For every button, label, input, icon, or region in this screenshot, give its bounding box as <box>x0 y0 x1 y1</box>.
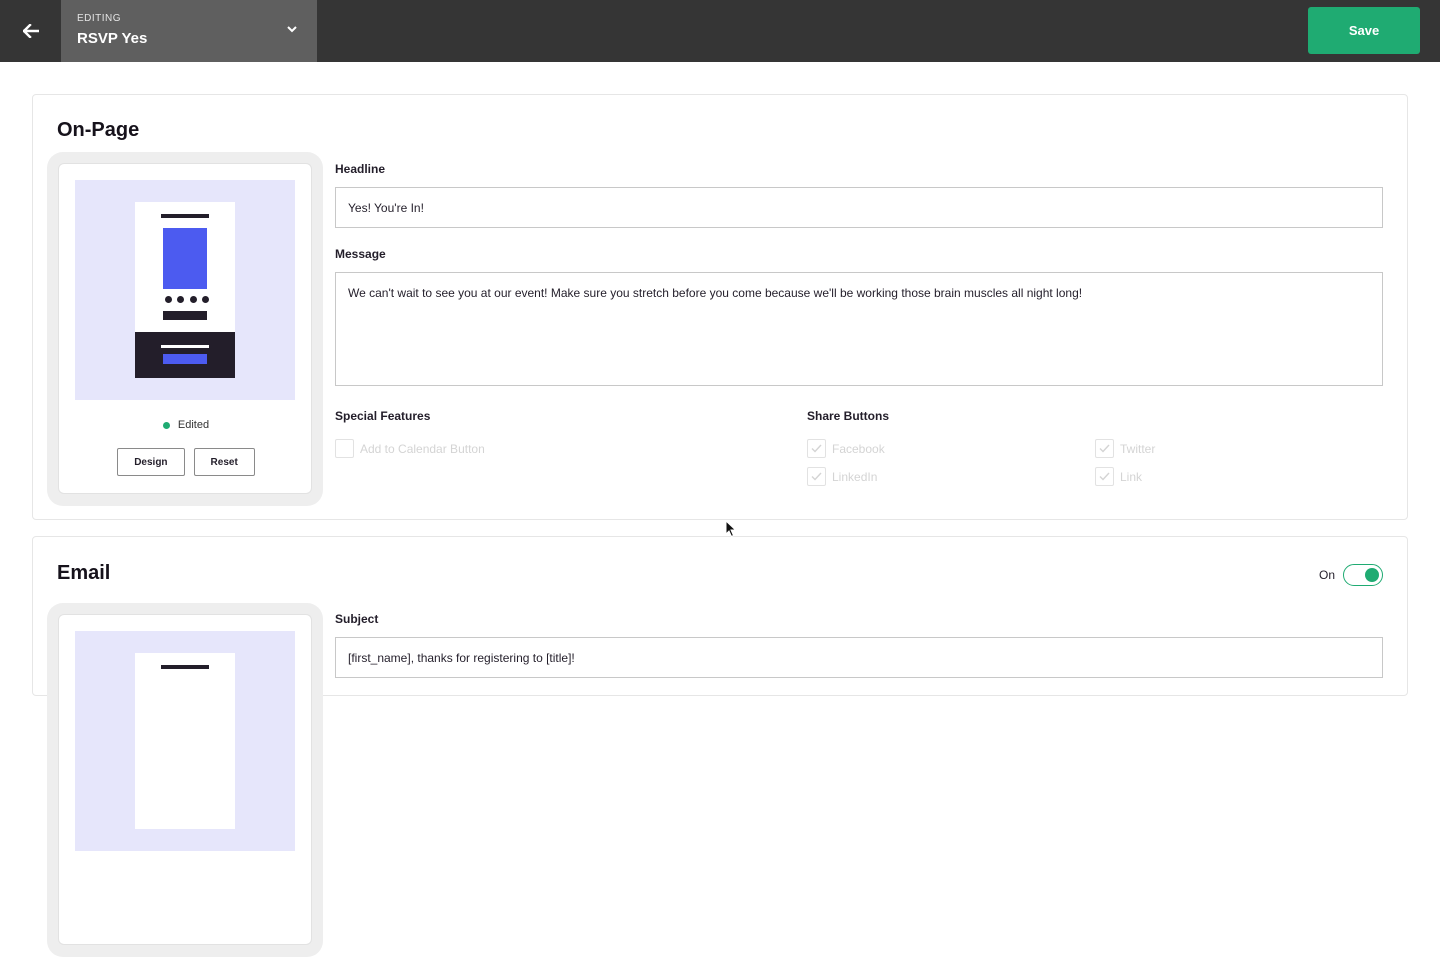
template-selector[interactable]: EDITING RSVP Yes <box>61 0 317 62</box>
email-preview-panel <box>47 603 323 957</box>
facebook-label: Facebook <box>832 441 885 456</box>
status-indicator: Edited <box>59 419 313 431</box>
share-link-option[interactable]: Link <box>1095 467 1142 486</box>
linkedin-checkbox[interactable] <box>807 467 826 486</box>
share-linkedin-option[interactable]: LinkedIn <box>807 467 877 486</box>
preview-card: Edited Design Reset <box>58 163 312 494</box>
linkedin-label: LinkedIn <box>832 469 878 484</box>
subject-input[interactable] <box>335 637 1383 678</box>
chevron-down-icon <box>287 26 297 33</box>
special-features-label: Special Features <box>335 409 431 423</box>
subject-label: Subject <box>335 612 379 626</box>
share-buttons-label: Share Buttons <box>807 409 890 423</box>
email-toggle[interactable] <box>1343 564 1383 586</box>
add-to-calendar-checkbox[interactable] <box>335 439 354 458</box>
checkmark-icon <box>1099 472 1110 481</box>
editing-label: EDITING <box>77 13 122 24</box>
preview-panel: Edited Design Reset <box>47 152 323 506</box>
mouse-cursor-icon <box>725 520 737 538</box>
add-to-calendar-label: Add to Calendar Button <box>360 441 485 456</box>
design-button[interactable]: Design <box>117 448 185 476</box>
headline-input[interactable] <box>335 187 1383 228</box>
page-mockup <box>135 202 235 378</box>
section-title: Email <box>57 562 111 584</box>
message-label: Message <box>335 247 386 261</box>
reset-button[interactable]: Reset <box>193 448 255 476</box>
email-toggle-label: On <box>1319 568 1336 582</box>
add-to-calendar-option[interactable]: Add to Calendar Button <box>335 439 485 458</box>
email-mockup <box>135 653 235 829</box>
template-name: RSVP Yes <box>77 30 148 47</box>
checkmark-icon <box>1099 444 1110 453</box>
on-page-section: On-Page Edited Design Reset Headline Yes… <box>32 94 1408 520</box>
facebook-checkbox[interactable] <box>807 439 826 458</box>
back-button[interactable] <box>0 0 61 62</box>
section-title: On-Page <box>57 119 140 141</box>
headline-label: Headline <box>335 162 386 176</box>
email-preview-illustration <box>75 631 295 851</box>
arrow-left-icon <box>22 24 39 38</box>
twitter-label: Twitter <box>1120 441 1156 456</box>
page-preview-illustration <box>75 180 295 400</box>
toggle-knob <box>1365 567 1379 582</box>
status-dot-icon <box>162 421 170 429</box>
link-checkbox[interactable] <box>1095 467 1114 486</box>
save-button[interactable]: Save <box>1308 7 1420 54</box>
top-bar: EDITING RSVP Yes Save <box>0 0 1440 62</box>
email-preview-card <box>58 614 312 945</box>
share-facebook-option[interactable]: Facebook <box>807 439 885 458</box>
link-label: Link <box>1120 469 1143 484</box>
status-label: Edited <box>177 419 210 431</box>
checkmark-icon <box>811 472 822 481</box>
message-textarea[interactable]: We can't wait to see you at our event! M… <box>335 272 1383 386</box>
share-twitter-option[interactable]: Twitter <box>1095 439 1155 458</box>
checkmark-icon <box>811 444 822 453</box>
email-section: Email On Subject <box>32 536 1408 957</box>
twitter-checkbox[interactable] <box>1095 439 1114 458</box>
